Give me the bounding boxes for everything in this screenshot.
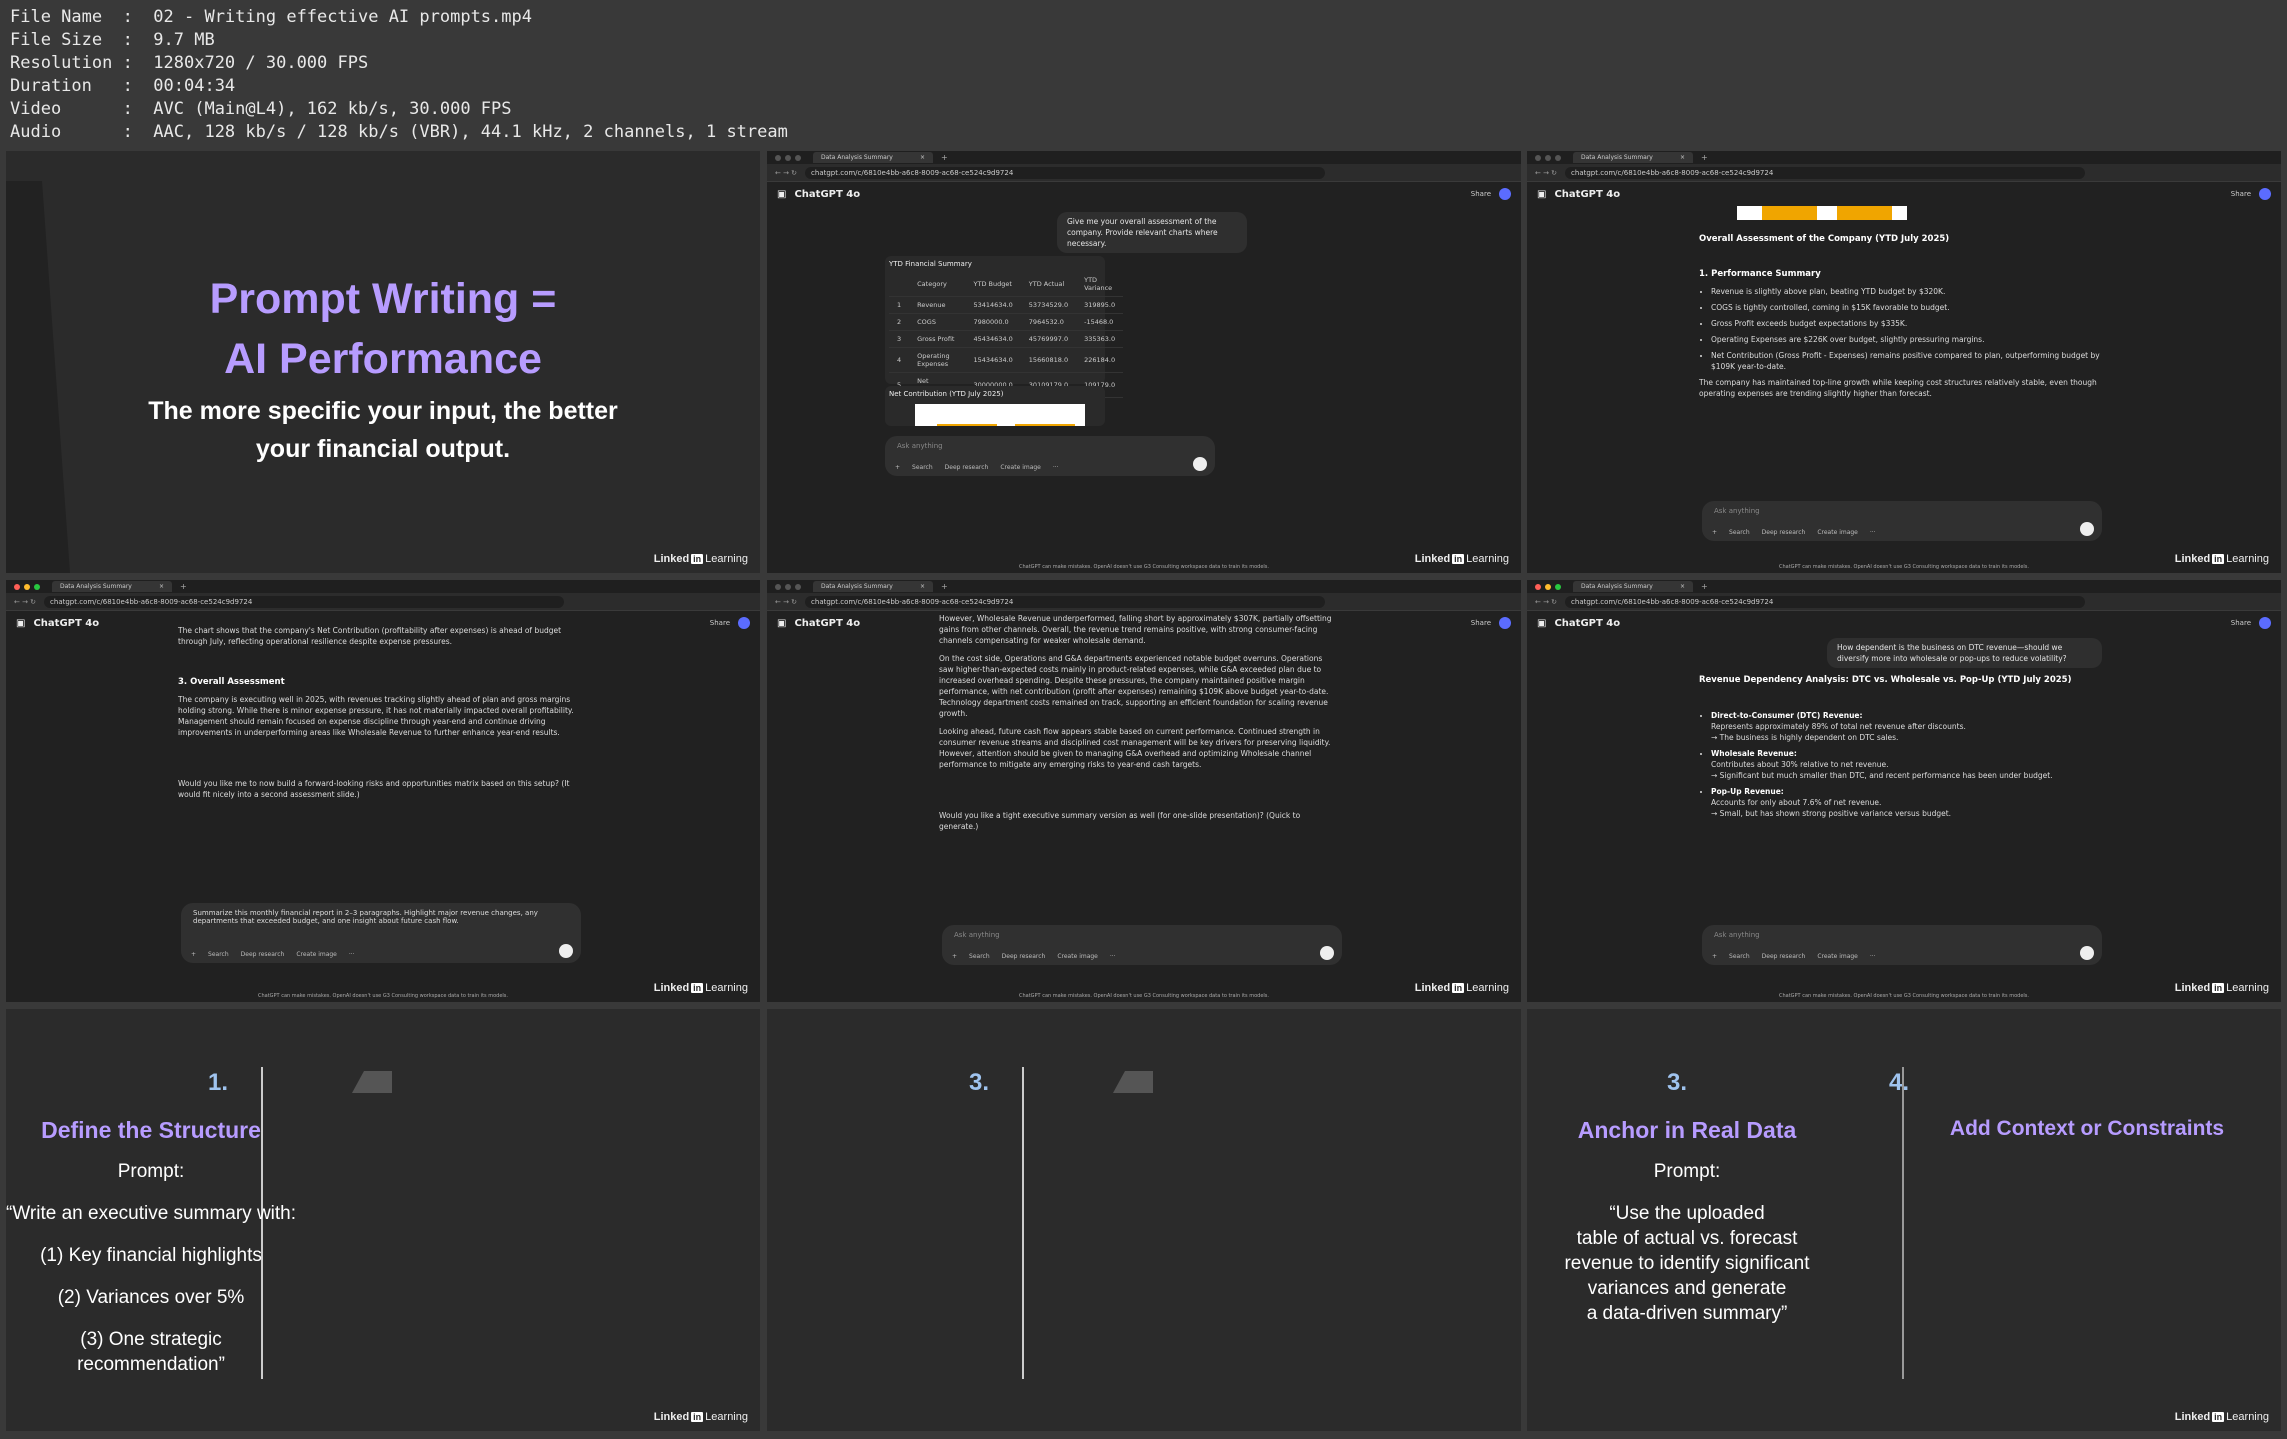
send-button[interactable] [1320,946,1334,960]
share-button[interactable]: Share [2231,619,2251,627]
chat-frame-6: Data Analysis Summary × + ← → ↻ chatgpt.com… [1527,580,2281,1002]
decor-shape [352,1071,392,1093]
chat-frame-2: Data Analysis Summary × + ← → ↻ chatgpt.com… [767,151,1521,573]
slide-heading: Define the Structure [41,1117,261,1143]
prompt-text: Prompt: “Use the uploaded table of actua… [1564,1161,1810,1324]
linkedin-learning-logo: Linked in Learning [653,553,748,565]
model-selector[interactable]: ChatGPT 4o [1554,189,1620,200]
model-selector[interactable]: ChatGPT 4o [33,618,99,629]
browser-tab[interactable]: Data Analysis Summary × [813,581,933,592]
assistant-message: The chart shows that the company's Net C… [178,626,574,799]
sidebar-icon[interactable]: ▣ [16,618,25,629]
sidebar-icon[interactable]: ▣ [777,189,786,200]
address-bar[interactable]: chatgpt.com/c/6810e4bb-a6c8-8009-ac68-ce… [44,595,565,608]
financial-table: YTD Financial Summary Category YTD Budget… [885,256,1124,398]
avatar[interactable] [738,617,750,629]
chat-input[interactable]: Summarize this monthly financial report … [181,903,581,963]
linkedin-learning-logo: Linked in Learning [1414,982,1509,994]
model-selector[interactable]: ChatGPT 4o [794,189,860,200]
slide-structure: 1. Define the Structure Prompt: “Write a… [6,1009,760,1431]
chat-disclaimer: ChatGPT can make mistakes. OpenAI doesn'… [1018,993,1270,999]
decor-shape [1113,1071,1153,1093]
linkedin-learning-logo: Linked in Learning [653,1411,748,1423]
prompt-text: Prompt: “Write an executive summary with… [6,1161,297,1375]
model-selector[interactable]: ChatGPT 4o [794,618,860,629]
address-bar[interactable]: chatgpt.com/c/6810e4bb-a6c8-8009-ac68-ce… [805,166,1326,179]
step-number: 3. [969,1069,990,1096]
linkedin-learning-logo: Linked in Learning [1414,553,1509,565]
browser-tab[interactable]: Data Analysis Summary × [1573,152,1693,163]
address-bar[interactable]: chatgpt.com/c/6810e4bb-a6c8-8009-ac68-ce… [805,595,1326,608]
chat-frame-3: Data Analysis Summary × + ← → ↻ chatgpt.com… [1527,151,2281,573]
avatar[interactable] [1499,188,1511,200]
send-button[interactable] [2080,522,2094,536]
send-button[interactable] [2080,946,2094,960]
sidebar-icon[interactable]: ▣ [1537,618,1546,629]
slide-heading: Anchor in Real Data [1577,1117,1797,1143]
linkedin-learning-logo: Linked in Learning [653,982,748,994]
linkedin-learning-logo: Linked in Learning [2174,982,2269,994]
avatar[interactable] [2259,188,2271,200]
chat-disclaimer: ChatGPT can make mistakes. OpenAI doesn'… [1778,564,2030,570]
browser-tab[interactable]: Data Analysis Summary × [52,581,172,592]
user-message: How dependent is the business on DTC rev… [1827,638,2102,668]
divider [1022,1067,1024,1379]
chat-disclaimer: ChatGPT can make mistakes. OpenAI doesn'… [1018,564,1270,570]
step-number: 3. [1667,1069,1688,1096]
assistant-message: However, Wholesale Revenue underperforme… [939,614,1332,831]
slide-heading: Add Context or Constraints [1949,1117,2225,1140]
user-message: Give me your overall assessment of the c… [1057,212,1247,253]
assistant-message: Overall Assessment of the Company (YTD J… [1699,226,2109,406]
chart-fragment [1737,206,1907,220]
share-button[interactable]: Share [710,619,730,627]
browser-tab[interactable]: Data Analysis Summary × [813,152,933,163]
chat-input[interactable]: Ask anything + Search Deep research Create i… [1702,925,2102,965]
model-selector[interactable]: ChatGPT 4o [1554,618,1620,629]
sidebar-icon[interactable]: ▣ [777,618,786,629]
file-info: File Name : 02 - Writing effective AI pr… [10,7,788,142]
chat-input[interactable]: Ask anything + Search Deep research Create i… [885,436,1215,476]
chat-disclaimer: ChatGPT can make mistakes. OpenAI doesn'… [1778,993,2030,999]
chat-input[interactable]: Ask anything + Search Deep research Create i… [942,925,1342,965]
send-button[interactable] [559,944,573,958]
chat-frame-4: Data Analysis Summary × + ← → ↻ chatgpt.com… [6,580,760,1002]
share-button[interactable]: Share [2231,190,2251,198]
send-button[interactable] [1193,457,1207,471]
linkedin-learning-logo: Linked in Learning [2174,553,2269,565]
browser-tab[interactable]: Data Analysis Summary × [1573,581,1693,592]
address-bar[interactable]: chatgpt.com/c/6810e4bb-a6c8-8009-ac68-ce… [1565,166,2086,179]
share-button[interactable]: Share [1471,619,1491,627]
net-contribution-chart: Net Contribution (YTD July 2025) [885,386,1105,426]
assistant-message: Revenue Dependency Analysis: DTC vs. Who… [1699,667,2109,824]
slide-data-context: 3. 4. Anchor in Real Data Add Context or… [1527,1009,2281,1431]
slide-transition: 3. [767,1009,1521,1431]
chat-frame-5: Data Analysis Summary × + ← → ↻ chatgpt.com… [767,580,1521,1002]
chat-disclaimer: ChatGPT can make mistakes. OpenAI doesn'… [257,993,509,999]
avatar[interactable] [2259,617,2271,629]
slide-title: Prompt Writing = AI Performance [209,275,557,383]
avatar[interactable] [1499,617,1511,629]
step-number: 1. [208,1069,229,1096]
sidebar-icon[interactable]: ▣ [1537,189,1546,200]
linkedin-learning-logo: Linked in Learning [2174,1411,2269,1423]
slide-title-frame: Prompt Writing = AI Performance The more … [6,151,760,573]
slide-subtitle: The more specific your input, the better… [148,397,618,463]
step-number: 4. [1889,1069,1910,1096]
divider [1902,1067,1904,1379]
share-button[interactable]: Share [1471,190,1491,198]
chat-input[interactable]: Ask anything + Search Deep research Create i… [1702,501,2102,541]
address-bar[interactable]: chatgpt.com/c/6810e4bb-a6c8-8009-ac68-ce… [1565,595,2086,608]
